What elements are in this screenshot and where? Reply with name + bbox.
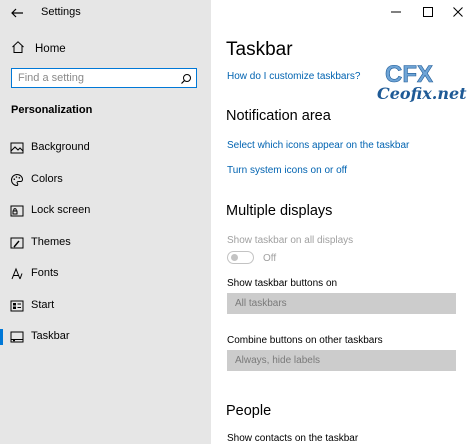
sidebar-item-home[interactable]: Home <box>11 40 66 59</box>
show-buttons-dropdown[interactable]: All taskbars <box>227 293 456 314</box>
search-box[interactable] <box>11 68 197 88</box>
sidebar-item-themes[interactable]: Themes <box>0 231 211 255</box>
sidebar-item-colors[interactable]: Colors <box>0 168 211 192</box>
maximize-button[interactable] <box>421 4 435 20</box>
sidebar-item-background[interactable]: Background <box>0 136 211 160</box>
toggle-knob <box>231 254 238 261</box>
sidebar-item-start[interactable]: Start <box>0 294 211 318</box>
search-input[interactable] <box>18 71 173 85</box>
multiple-displays-heading: Multiple displays <box>226 203 333 219</box>
sidebar-item-label: Background <box>31 141 90 153</box>
picture-icon <box>10 141 24 155</box>
toggle-state-label: Off <box>263 253 277 264</box>
home-icon <box>11 40 25 59</box>
active-indicator <box>0 329 3 345</box>
close-button[interactable] <box>451 4 465 20</box>
sidebar-item-lock-screen[interactable]: Lock screen <box>0 199 211 223</box>
notification-area-heading: Notification area <box>226 108 331 124</box>
sidebar-item-label: Start <box>31 299 55 311</box>
home-label: Home <box>35 43 66 55</box>
sidebar: Settings Home Personalization Background… <box>0 0 211 444</box>
watermark-logo: CFX Ceofix.net <box>377 58 467 103</box>
show-contacts-label: Show contacts on the taskbar <box>227 433 359 444</box>
show-all-displays-toggle[interactable] <box>227 251 254 264</box>
show-all-displays-label: Show taskbar on all displays <box>227 235 354 246</box>
taskbar-icon <box>10 330 24 344</box>
sidebar-item-label: Fonts <box>31 267 59 279</box>
font-icon <box>10 267 24 281</box>
dropdown-value: Always, hide labels <box>235 355 321 366</box>
combine-buttons-dropdown[interactable]: Always, hide labels <box>227 350 456 371</box>
show-buttons-label: Show taskbar buttons on <box>227 278 338 289</box>
page-title: Taskbar <box>226 39 293 60</box>
people-heading: People <box>226 403 272 419</box>
sidebar-item-label: Colors <box>31 173 63 185</box>
lock-screen-icon <box>10 204 24 218</box>
start-icon <box>10 299 24 313</box>
sidebar-item-fonts[interactable]: Fonts <box>0 262 211 286</box>
sidebar-item-label: Themes <box>31 236 71 248</box>
system-icons-link[interactable]: Turn system icons on or off <box>227 165 347 176</box>
back-arrow-icon[interactable] <box>8 4 26 22</box>
dropdown-value: All taskbars <box>235 298 287 309</box>
section-title: Personalization <box>11 104 93 116</box>
brush-icon <box>10 236 24 250</box>
combine-buttons-label: Combine buttons on other taskbars <box>227 335 383 346</box>
watermark-text: Ceofix.net <box>377 84 467 103</box>
sidebar-item-label: Lock screen <box>31 204 91 216</box>
palette-icon <box>10 173 24 187</box>
sidebar-item-taskbar[interactable]: Taskbar <box>0 325 211 349</box>
sidebar-item-label: Taskbar <box>31 330 70 342</box>
help-link[interactable]: How do I customize taskbars? <box>227 71 360 82</box>
select-icons-link[interactable]: Select which icons appear on the taskbar <box>227 140 409 151</box>
window-title: Settings <box>41 6 81 18</box>
minimize-button[interactable] <box>389 4 403 20</box>
search-icon[interactable] <box>180 72 192 84</box>
